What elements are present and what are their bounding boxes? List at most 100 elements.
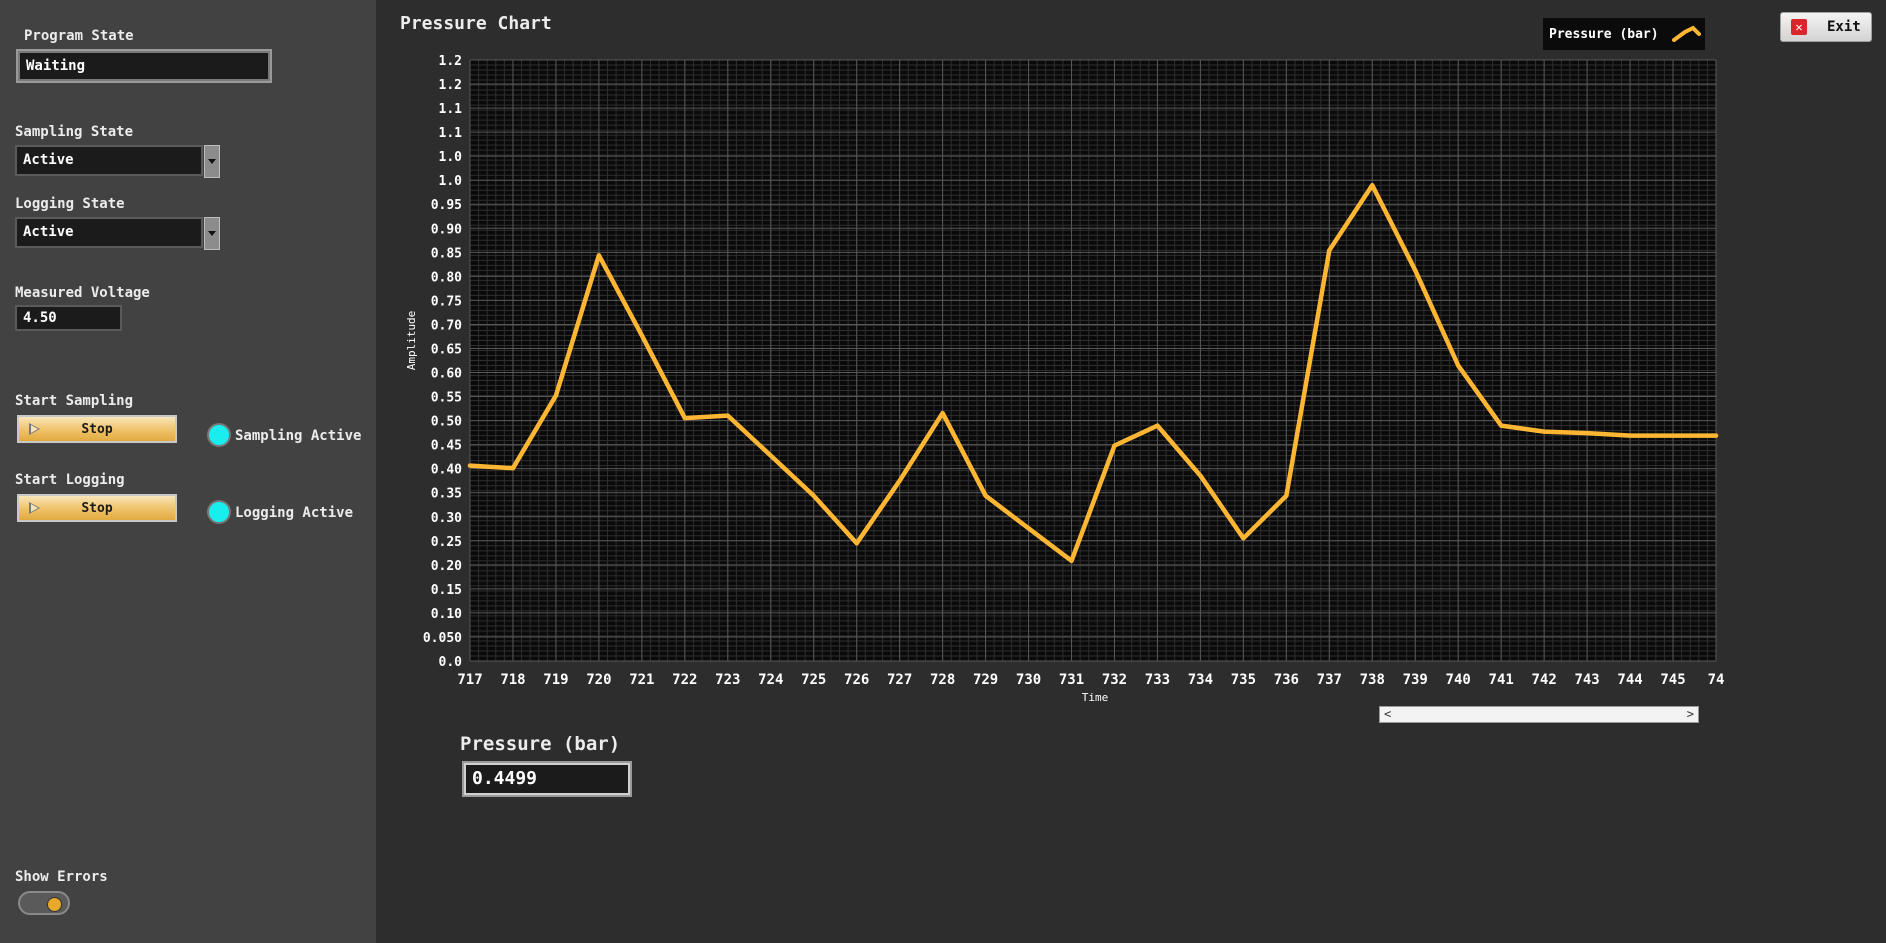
- show-errors-toggle[interactable]: [18, 891, 70, 915]
- exit-label: Exit: [1827, 19, 1861, 35]
- sampling-active-label: Sampling Active: [235, 428, 362, 444]
- x-tick-label: 739: [1403, 672, 1428, 688]
- data-point: [553, 393, 558, 398]
- sampling-state-select[interactable]: Active: [15, 145, 203, 176]
- sampling-stop-button[interactable]: Stop: [17, 415, 177, 443]
- y-tick-label: 1.2: [439, 78, 462, 93]
- y-tick-label: 0.80: [431, 270, 462, 285]
- x-tick-label: 717: [457, 672, 482, 688]
- x-tick-label: 726: [844, 672, 869, 688]
- data-point: [1198, 473, 1203, 478]
- data-point: [1112, 443, 1117, 448]
- data-point: [468, 463, 472, 468]
- data-point: [1155, 423, 1160, 428]
- show-errors-label: Show Errors: [15, 869, 108, 885]
- x-tick-label: 725: [801, 672, 826, 688]
- chart-legend: Pressure (bar): [1543, 18, 1705, 50]
- x-tick-label: 731: [1059, 672, 1084, 688]
- y-tick-label: 0.95: [431, 198, 462, 213]
- program-state-label: Program State: [24, 28, 134, 44]
- sampling-state-dropdown-arrow-icon[interactable]: [204, 145, 220, 178]
- plot-area: [470, 60, 1716, 661]
- x-tick-label: 744: [1617, 672, 1642, 688]
- data-point: [1456, 363, 1461, 368]
- x-tick-label: 719: [543, 672, 568, 688]
- measured-voltage-label: Measured Voltage: [15, 285, 150, 301]
- legend-series-name: Pressure (bar): [1549, 26, 1659, 42]
- data-point: [940, 411, 945, 416]
- x-axis-label: Time: [1082, 691, 1109, 704]
- chart-title: Pressure Chart: [400, 13, 552, 34]
- logging-state-select[interactable]: Active: [15, 217, 203, 248]
- x-tick-label: 737: [1317, 672, 1342, 688]
- x-tick-label: 720: [586, 672, 611, 688]
- y-tick-label: 0.0: [439, 655, 463, 670]
- data-point: [1714, 433, 1718, 438]
- measured-voltage-field: 4.50: [15, 305, 122, 331]
- x-tick-label: 732: [1102, 672, 1127, 688]
- data-point: [639, 333, 644, 338]
- y-tick-label: 1.2: [439, 54, 462, 69]
- y-tick-label: 0.30: [431, 511, 462, 526]
- pressure-label: Pressure (bar): [460, 733, 621, 755]
- sampling-active-led: [207, 423, 231, 447]
- start-logging-label: Start Logging: [15, 472, 125, 488]
- y-tick-label: 0.25: [431, 535, 462, 550]
- pressure-value-field: 0.4499: [464, 763, 630, 795]
- logging-state-dropdown-arrow-icon[interactable]: [204, 217, 220, 250]
- x-tick-label: 721: [629, 672, 654, 688]
- data-point: [596, 253, 601, 258]
- y-tick-label: 1.0: [439, 174, 463, 189]
- x-tick-label: 722: [672, 672, 697, 688]
- x-tick-label: 736: [1274, 672, 1299, 688]
- data-point: [768, 453, 773, 458]
- y-tick-label: 0.50: [431, 415, 462, 430]
- logging-active-label: Logging Active: [235, 505, 354, 521]
- y-tick-label: 0.10: [431, 607, 462, 622]
- y-tick-label: 1.0: [439, 150, 463, 165]
- legend-line-icon: [1671, 25, 1701, 42]
- data-point: [983, 493, 988, 498]
- x-tick-label: 733: [1145, 672, 1170, 688]
- y-axis-label: Amplitude: [405, 311, 418, 371]
- y-tick-label: 0.45: [431, 439, 462, 454]
- x-tick-label: 730: [1016, 672, 1041, 688]
- data-point: [1069, 558, 1074, 563]
- scroll-left-icon[interactable]: <: [1384, 707, 1391, 722]
- y-tick-label: 0.55: [431, 391, 462, 406]
- toggle-knob-icon: [47, 897, 62, 912]
- data-point: [811, 493, 816, 498]
- data-point: [1628, 433, 1633, 438]
- x-tick-label: 740: [1446, 672, 1471, 688]
- y-tick-label: 0.20: [431, 559, 462, 574]
- data-point: [1026, 526, 1031, 531]
- x-tick-label: 741: [1489, 672, 1514, 688]
- y-tick-label: 1.1: [439, 102, 463, 117]
- sampling-state-label: Sampling State: [15, 124, 134, 140]
- y-tick-label: 0.60: [431, 367, 462, 382]
- y-tick-label: 0.050: [423, 631, 462, 646]
- y-tick-label: 1.1: [439, 126, 463, 141]
- data-point: [854, 541, 859, 546]
- y-tick-label: 0.75: [431, 294, 462, 309]
- play-icon: [29, 423, 40, 435]
- scroll-right-icon[interactable]: >: [1687, 707, 1694, 722]
- x-tick-label: 734: [1188, 672, 1213, 688]
- data-point: [682, 416, 687, 421]
- data-point: [1499, 423, 1504, 428]
- logging-state-label: Logging State: [15, 196, 125, 212]
- play-icon: [29, 502, 40, 514]
- y-tick-label: 0.40: [431, 463, 462, 478]
- x-tick-label: 724: [758, 672, 783, 688]
- program-state-field: Waiting: [18, 51, 270, 81]
- x-tick-label: 742: [1531, 672, 1556, 688]
- data-point: [1284, 493, 1289, 498]
- data-point: [1585, 431, 1590, 436]
- logging-stop-button[interactable]: Stop: [17, 494, 177, 522]
- data-point: [1413, 268, 1418, 273]
- sampling-stop-label: Stop: [81, 421, 113, 437]
- exit-button[interactable]: ✕ Exit: [1780, 12, 1872, 42]
- series-line: [467, 182, 1719, 564]
- x-tick-label: 728: [930, 672, 955, 688]
- chart-scrollbar[interactable]: < >: [1379, 706, 1699, 723]
